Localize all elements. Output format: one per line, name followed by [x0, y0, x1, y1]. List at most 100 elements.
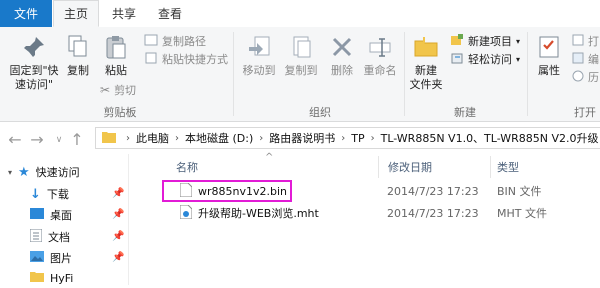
expand-chevron-icon[interactable]: ▾	[8, 168, 12, 177]
nav-item-desktop[interactable]: 桌面	[30, 205, 72, 225]
nav-item-downloads[interactable]: ↓ 下载	[30, 184, 69, 204]
copy-to-label: 复制到	[284, 64, 318, 77]
edit-icon	[572, 52, 584, 67]
address-bar[interactable]: › 此电脑 › 本地磁盘 (D:) › 路由器说明书 › TP › TL-WR8…	[95, 127, 600, 149]
pin-icon	[21, 34, 47, 64]
chevron-down-icon: ▾	[516, 54, 521, 64]
up-arrow-icon[interactable]: ↑	[68, 130, 86, 149]
pin-icon[interactable]: 📌	[112, 209, 124, 220]
recent-locations-chevron-icon[interactable]: ∨	[50, 135, 68, 145]
easy-access-icon	[450, 52, 464, 67]
column-divider[interactable]	[490, 156, 491, 178]
pin-icon[interactable]: 📌	[112, 231, 124, 242]
breadcrumb-item[interactable]: TL-WR885N V1.0、TL-WR885N V2.0升级	[381, 130, 599, 146]
copy-path-button[interactable]: 复制路径	[144, 33, 206, 49]
history-icon	[572, 70, 584, 85]
nav-item-label: 下载	[46, 188, 69, 201]
nav-item-quick-access[interactable]: ▾ ★ 快速访问	[8, 162, 80, 182]
move-to-button[interactable]: 移动到	[238, 34, 280, 78]
nav-item-label: 桌面	[50, 209, 72, 222]
delete-button[interactable]: 删除	[326, 34, 358, 78]
cut-label: 剪切	[114, 84, 137, 97]
properties-label: 属性	[538, 64, 560, 77]
rename-label: 重命名	[363, 64, 397, 77]
new-item-icon	[450, 33, 464, 49]
new-folder-label-line1: 新建	[415, 64, 437, 77]
edit-button[interactable]: 编	[572, 51, 599, 67]
breadcrumb-item[interactable]: 本地磁盘 (D:)	[185, 130, 253, 146]
breadcrumb-item[interactable]: 此电脑	[136, 130, 169, 146]
paste-icon	[103, 34, 129, 64]
folder-icon	[30, 271, 44, 285]
forward-arrow-icon[interactable]: →	[28, 130, 46, 149]
copy-path-icon	[144, 34, 158, 49]
rename-button[interactable]: 重命名	[360, 34, 400, 78]
copy-to-button[interactable]: 复制到	[280, 34, 322, 78]
column-header-name[interactable]: 名称	[176, 158, 198, 176]
download-icon: ↓	[30, 186, 41, 202]
new-folder-button[interactable]: 新建 文件夹	[406, 34, 446, 92]
new-item-label: 新建项目	[468, 35, 512, 48]
tab-home[interactable]: 主页	[53, 0, 99, 27]
copy-label: 复制	[67, 64, 89, 77]
file-name: 升级帮助-WEB浏览.mht	[198, 207, 319, 220]
tab-view[interactable]: 查看	[150, 0, 190, 27]
web-archive-file-icon	[179, 204, 193, 222]
nav-item-label: 快速访问	[35, 166, 80, 179]
nav-item-label: 图片	[50, 252, 72, 265]
nav-item-pictures[interactable]: 图片	[30, 248, 72, 268]
open-button[interactable]: 打	[572, 33, 599, 49]
pin-icon[interactable]: 📌	[112, 188, 124, 199]
back-arrow-icon[interactable]: ←	[6, 130, 24, 149]
copy-to-icon	[288, 34, 314, 64]
nav-item-label: HyFi	[50, 271, 74, 285]
pin-icon[interactable]: 📌	[112, 252, 124, 263]
open-icon	[572, 34, 584, 49]
tab-file[interactable]: 文件	[0, 0, 52, 27]
file-row[interactable]: 升级帮助-WEB浏览.mht 2014/7/23 17:23 MHT 文件	[162, 203, 600, 223]
breadcrumb-separator-icon: ›	[341, 132, 346, 144]
column-divider[interactable]	[378, 156, 379, 178]
document-icon	[29, 228, 43, 245]
paste-button[interactable]: 粘贴	[98, 34, 134, 78]
breadcrumb-item[interactable]: 路由器说明书	[269, 130, 335, 146]
desktop-icon	[30, 208, 44, 222]
edit-label: 编	[588, 53, 599, 66]
pin-label-line2: 速访问"	[14, 78, 54, 91]
move-to-label: 移动到	[242, 64, 276, 77]
star-icon: ★	[18, 164, 30, 180]
cut-button[interactable]: ✂ 剪切	[100, 82, 136, 98]
column-header-modified[interactable]: 修改日期	[388, 158, 432, 176]
pin-label-line1: 固定到"快	[9, 64, 59, 77]
paste-shortcut-button[interactable]: 粘贴快捷方式	[144, 51, 228, 67]
folder-icon	[102, 131, 116, 146]
history-button[interactable]: 历	[572, 69, 599, 85]
copy-icon	[66, 34, 90, 64]
nav-item-hyfi[interactable]: HyFi	[30, 268, 73, 288]
copy-button[interactable]: 复制	[63, 34, 93, 78]
nav-item-documents[interactable]: 文档	[29, 227, 70, 247]
file-type: BIN 文件	[497, 185, 542, 198]
breadcrumb-separator-icon: ›	[175, 132, 179, 144]
file-type: MHT 文件	[497, 207, 547, 220]
column-header-type[interactable]: 类型	[497, 158, 519, 176]
scissors-icon: ✂	[100, 83, 111, 97]
file-modified: 2014/7/23 17:23	[387, 184, 479, 198]
open-group-label: 打开	[574, 106, 596, 119]
pane-divider[interactable]	[128, 154, 129, 285]
breadcrumb-separator-icon: ›	[370, 132, 375, 144]
pictures-icon	[30, 251, 44, 265]
tab-share[interactable]: 共享	[104, 0, 144, 27]
easy-access-button[interactable]: 轻松访问 ▾	[450, 51, 520, 67]
group-divider	[233, 32, 234, 116]
clipboard-group-label: 剪贴板	[103, 106, 137, 119]
copy-path-label: 复制路径	[162, 35, 206, 48]
properties-button[interactable]: 属性	[532, 34, 566, 78]
group-divider	[404, 32, 405, 116]
breadcrumb-item[interactable]: TP	[351, 132, 364, 145]
new-item-button[interactable]: 新建项目 ▾	[450, 33, 520, 49]
pin-quick-access-button[interactable]: 固定到"快 速访问"	[6, 34, 62, 92]
new-group-label: 新建	[454, 106, 476, 119]
organize-group-label: 组织	[309, 106, 331, 119]
paste-label: 粘贴	[105, 64, 127, 77]
